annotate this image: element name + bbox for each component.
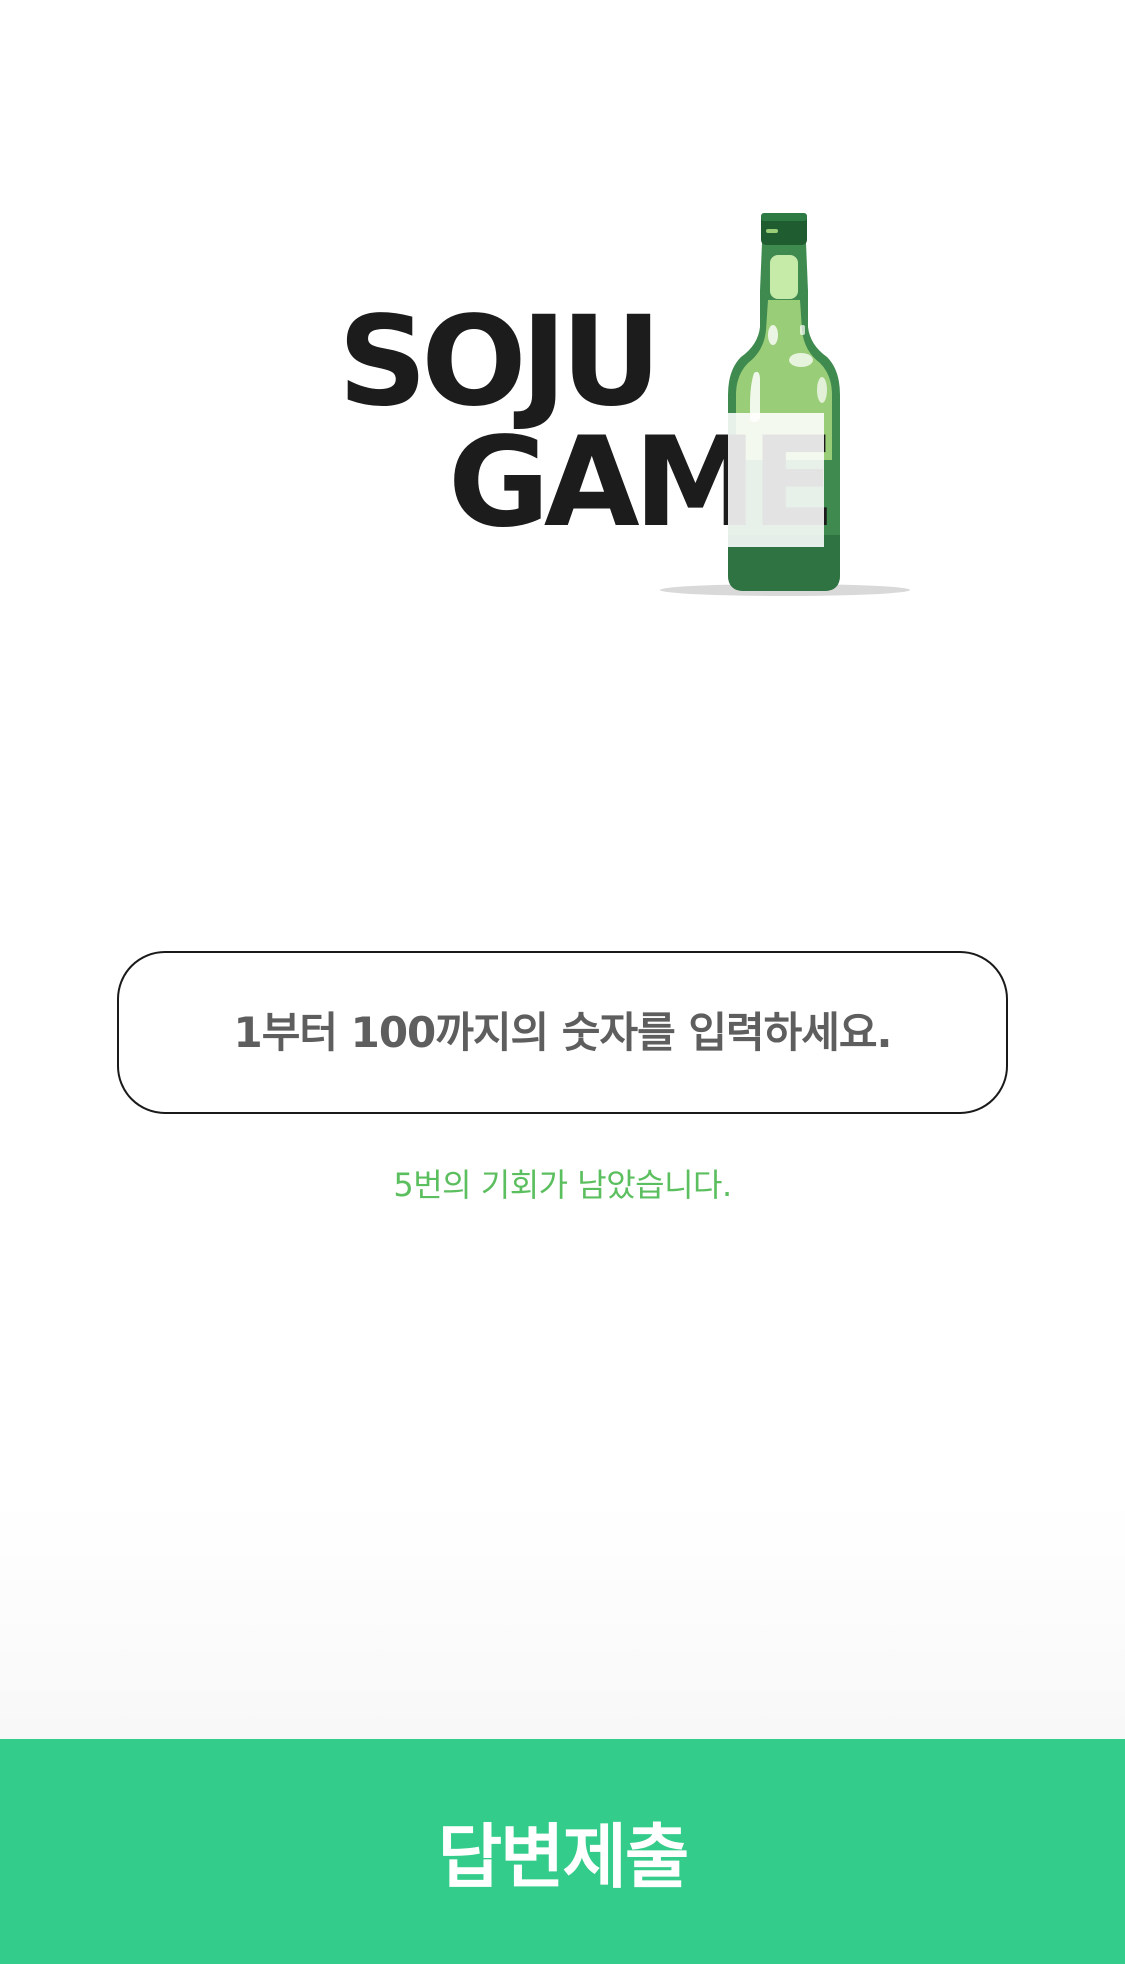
guess-input-container[interactable]	[117, 951, 1008, 1114]
game-screen: SOJU GAME 5번의 기회가 남았습니다. 답변제출	[0, 0, 1125, 1964]
background-fade	[0, 1500, 1125, 1740]
logo-text-game: GAME	[448, 411, 836, 555]
submit-answer-button[interactable]: 답변제출	[0, 1739, 1125, 1964]
logo-text-soju: SOJU	[338, 290, 662, 434]
remaining-chances-text: 5번의 기회가 남았습니다.	[393, 1166, 732, 1204]
guess-number-input[interactable]	[119, 1007, 1006, 1058]
soju-game-logo: SOJU GAME	[330, 205, 930, 615]
